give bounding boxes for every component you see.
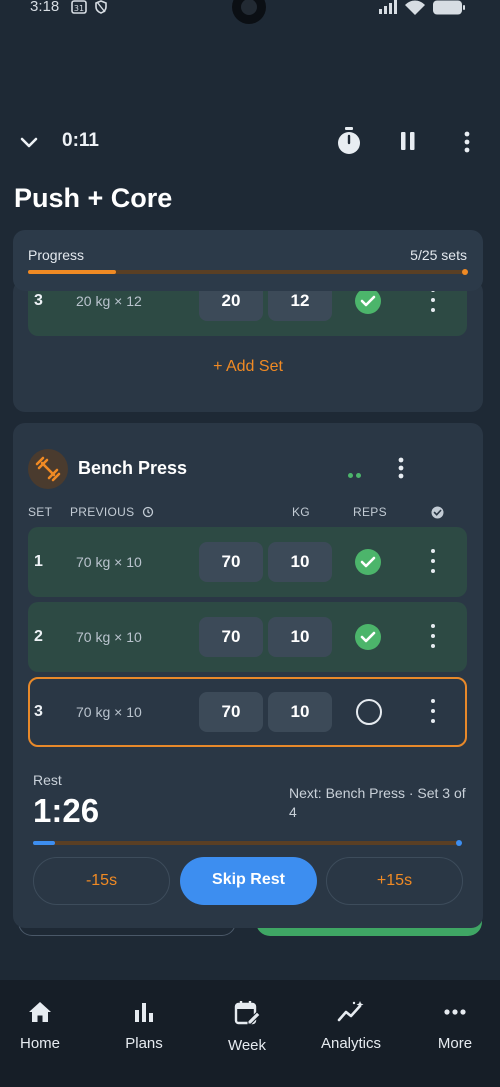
more-vertical-icon (398, 457, 404, 479)
skip-rest-button[interactable]: Skip Rest (180, 857, 317, 905)
home-icon (29, 1002, 51, 1022)
minus-15s-button[interactable]: -15s (33, 857, 170, 905)
set-row: 2 70 kg × 10 70 10 (28, 602, 467, 672)
set-previous: 70 kg × 10 (76, 554, 142, 570)
column-header-kg: KG (292, 505, 310, 519)
set-complete-toggle[interactable] (355, 549, 381, 575)
bottom-navigation: Home Plans Week Analytics More (0, 980, 500, 1087)
set-complete-toggle[interactable] (355, 288, 381, 314)
next-set-info: Next: Bench Press · Set 3 of 4 (289, 785, 466, 820)
rest-end-dot (456, 840, 462, 846)
bar-chart-icon (135, 1003, 153, 1022)
stopwatch-button[interactable] (335, 125, 363, 157)
set-row: 1 70 kg × 10 70 10 (28, 527, 467, 597)
set-number: 3 (34, 703, 43, 720)
column-header-previous: PREVIOUS (70, 505, 135, 519)
more-vertical-icon (464, 131, 470, 153)
set-menu-button[interactable] (428, 547, 438, 575)
reps-input[interactable]: 10 (268, 617, 332, 657)
rest-progress-bar (33, 840, 462, 846)
signal-icon (378, 0, 400, 17)
workout-timer: 0:11 (62, 130, 99, 151)
exercise-menu-button[interactable] (394, 456, 408, 480)
set-row-active: 3 70 kg × 10 70 10 (28, 677, 467, 747)
workout-header: 0:11 (0, 118, 500, 164)
chevron-down-icon (20, 137, 38, 148)
nav-plans-label: Plans (125, 1035, 163, 1052)
set-menu-button[interactable] (428, 622, 438, 650)
battery-icon (432, 0, 466, 18)
set-number: 2 (34, 628, 43, 645)
stopwatch-icon (338, 127, 360, 154)
nav-analytics-label: Analytics (320, 1035, 382, 1052)
nav-week-label: Week (227, 1037, 267, 1054)
progress-count: 5/25 sets (410, 247, 467, 263)
check-icon (360, 631, 376, 643)
dumbbell-icon (28, 449, 68, 489)
progress-end-dot (462, 269, 468, 275)
rest-label: Rest (33, 772, 62, 788)
wifi-icon (404, 0, 426, 18)
nav-home-label: Home (19, 1035, 60, 1052)
check-icon (360, 295, 376, 307)
progress-label: Progress (28, 247, 85, 263)
status-bar: 3:18 31 (0, 0, 500, 26)
check-icon (360, 556, 376, 568)
kg-input[interactable]: 70 (199, 542, 263, 582)
calendar-edit-icon (234, 1001, 261, 1025)
rest-countdown: 1:26 (33, 792, 100, 829)
reps-input[interactable]: 10 (268, 542, 332, 582)
status-time: 3:18 (30, 0, 60, 15)
superset-indicator (348, 465, 364, 483)
reps-input[interactable]: 10 (268, 692, 332, 732)
progress-fill (28, 270, 116, 274)
set-previous: 70 kg × 10 (76, 629, 142, 645)
exercise-card: Bench Press SET PREVIOUS KG REPS 1 70 kg… (13, 423, 483, 928)
collapse-button[interactable] (16, 130, 42, 154)
calendar-icon: 31 (71, 0, 87, 17)
add-set-button[interactable]: + Add Set (13, 358, 483, 376)
history-icon (142, 506, 154, 518)
column-header-reps: REPS (353, 505, 387, 519)
nav-plans[interactable]: Plans (104, 1000, 184, 1052)
pause-button[interactable] (398, 131, 418, 151)
rest-progress-fill (33, 841, 55, 845)
shield-icon (94, 0, 108, 17)
nav-analytics[interactable]: Analytics (311, 1000, 391, 1052)
kg-input[interactable]: 70 (199, 692, 263, 732)
check-circle-icon (431, 506, 444, 519)
nav-more[interactable]: More (415, 1000, 495, 1052)
set-complete-toggle[interactable] (356, 699, 382, 725)
progress-card: Progress 5/25 sets (13, 230, 483, 291)
analytics-icon (337, 1001, 364, 1022)
set-previous: 20 kg × 12 (76, 293, 142, 309)
set-number: 3 (34, 292, 43, 309)
plus-15s-button[interactable]: +15s (326, 857, 463, 905)
column-header-set: SET (28, 505, 53, 519)
pause-icon (401, 132, 415, 150)
nav-more-label: More (437, 1035, 473, 1052)
nav-week[interactable]: Week (207, 1000, 287, 1054)
workout-menu-button[interactable] (460, 130, 474, 154)
camera-cutout (232, 0, 266, 24)
exercise-name[interactable]: Bench Press (78, 458, 187, 479)
set-menu-button[interactable] (428, 697, 438, 725)
more-horizontal-icon (444, 1009, 466, 1015)
set-number: 1 (34, 553, 43, 570)
page-title: Push + Core (14, 183, 173, 213)
progress-bar (28, 269, 468, 275)
kg-input[interactable]: 70 (199, 617, 263, 657)
nav-home[interactable]: Home (0, 1000, 80, 1052)
set-previous: 70 kg × 10 (76, 704, 142, 720)
calendar-day: 31 (74, 4, 84, 13)
previous-exercise-card: 3 20 kg × 12 20 12 + Add Set (13, 280, 483, 412)
set-complete-toggle[interactable] (355, 624, 381, 650)
